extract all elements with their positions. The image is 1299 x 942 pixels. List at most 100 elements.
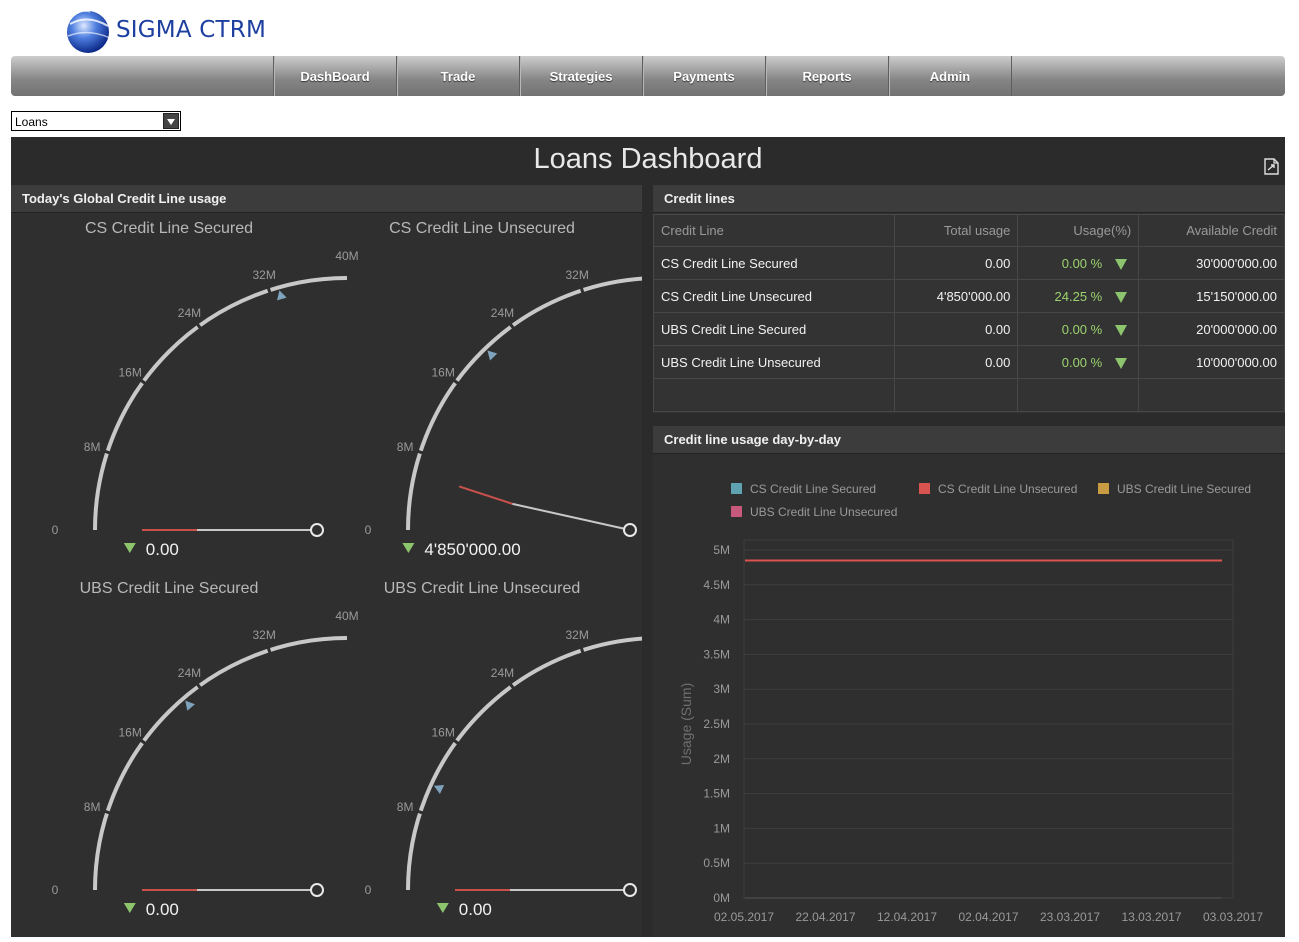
column-header[interactable]: Total usage (893, 214, 1019, 247)
gauge-scale-label: 24M (178, 306, 201, 320)
trend-down-icon (123, 903, 136, 913)
gauge-arc (93, 276, 348, 531)
column-header[interactable]: Usage(%) (1017, 214, 1140, 247)
gauge-title: CS Credit Line Unsecured (389, 220, 575, 237)
gauge-tick (104, 809, 111, 815)
logo-text: SIGMA CTRM (116, 17, 267, 43)
nav-strategies[interactable]: Strategies (520, 56, 643, 96)
dashboard-selector[interactable]: Loans (11, 111, 181, 131)
gauge-scale-label: 32M (253, 628, 276, 642)
gauge-needle-red (458, 485, 513, 505)
nav-payments[interactable]: Payments (643, 56, 766, 96)
gauge: UBS Credit Line Unsecured08M16M24M32M40M… (365, 580, 642, 919)
table-row[interactable]: UBS Credit Line Unsecured 0.00 0.00 % 10… (653, 345, 1285, 379)
gauge-marker (433, 784, 445, 795)
trend-down-icon (1115, 324, 1128, 336)
trend-down-icon (436, 903, 449, 913)
y-tick-label: 2M (713, 752, 730, 766)
legend-label: UBS Credit Line Unsecured (750, 505, 897, 519)
gauge-scale-label: 8M (397, 800, 414, 814)
gauge-scale-label: 16M (119, 725, 142, 739)
export-icon[interactable] (1264, 158, 1280, 175)
usage-percent-cell: 24.25 % (1017, 279, 1140, 313)
gauge-value: 4'850'000.00 (424, 540, 520, 559)
gauge: CS Credit Line Unsecured08M16M24M32M40M4… (365, 220, 642, 559)
total-usage: 0.00 (893, 312, 1019, 346)
legend-item: UBS Credit Line Secured (1098, 482, 1251, 496)
column-header[interactable]: Credit Line (653, 214, 895, 247)
y-tick-label: 1.5M (703, 787, 730, 801)
nav-admin[interactable]: Admin (889, 56, 1012, 96)
gauge-tick (104, 449, 111, 455)
gauge-tick (266, 647, 272, 654)
gauge-tick (579, 647, 585, 654)
table-row-empty (653, 378, 1285, 412)
logo: SIGMA CTRM (62, 6, 266, 54)
credit-lines-panel: Credit lines Credit Line Total usage Usa… (653, 185, 1285, 413)
trend-down-icon (1115, 357, 1128, 369)
gauge-tick (417, 449, 424, 455)
gauge-scale-label: 32M (566, 268, 589, 282)
globe-logo-icon (67, 10, 111, 53)
y-tick-label: 4M (713, 613, 730, 627)
available-credit: 30'000'000.00 (1138, 246, 1285, 280)
x-tick-label: 12.04.2017 (877, 910, 937, 924)
trend-down-icon (402, 543, 415, 553)
gauge-tick (579, 287, 585, 294)
usage-line-chart: CS Credit Line Secured CS Credit Line Uns… (678, 482, 1263, 924)
gauge-scale-label: 0 (52, 523, 59, 537)
page-title: Loans Dashboard (533, 143, 763, 175)
total-usage: 4'850'000.00 (893, 279, 1019, 313)
credit-line-name: UBS Credit Line Unsecured (653, 345, 895, 379)
gauge-tick (417, 809, 424, 815)
table-row[interactable]: CS Credit Line Unsecured 4'850'000.00 24… (653, 279, 1285, 313)
credit-line-name: UBS Credit Line Secured (653, 312, 895, 346)
y-tick-label: 5M (713, 543, 730, 557)
available-credit: 15'150'000.00 (1138, 279, 1285, 313)
gauge-scale-label: 32M (253, 268, 276, 282)
legend-label: CS Credit Line Unsecured (938, 482, 1077, 496)
x-tick-label: 13.03.2017 (1121, 910, 1181, 924)
table-row[interactable]: UBS Credit Line Secured 0.00 0.00 % 20'0… (653, 312, 1285, 346)
global-credit-usage-panel: Today's Global Credit Line usage CS Cred… (11, 185, 642, 937)
gauge-title: UBS Credit Line Secured (80, 580, 259, 597)
gauge-arc (406, 636, 642, 891)
gauge-scale-label: 8M (84, 800, 101, 814)
gauges-grid: CS Credit Line Secured 0 8M 16M 24M 32M 40M 0.0… (52, 220, 642, 919)
panel-title: Credit lines (653, 185, 1285, 213)
gauge-hub (623, 883, 637, 897)
gauge-scale-label: 24M (178, 666, 201, 680)
gauge-hub (310, 883, 324, 897)
gauge-hub (623, 523, 637, 537)
nav-trade[interactable]: Trade (397, 56, 520, 96)
usage-percent-cell: 0.00 % (1017, 246, 1140, 280)
panel-title: Today's Global Credit Line usage (11, 185, 642, 213)
gauge-marker (277, 290, 287, 301)
gauge-hub (310, 523, 324, 537)
gauge-scale-label: 32M (566, 628, 589, 642)
chevron-down-icon[interactable] (163, 113, 179, 129)
nav-dashboard[interactable]: DashBoard (274, 56, 397, 96)
x-tick-label: 03.03.2017 (1203, 910, 1263, 924)
legend-item: CS Credit Line Secured (731, 482, 876, 496)
empty-cell (893, 378, 1019, 412)
nav-reports[interactable]: Reports (766, 56, 889, 96)
legend-swatch (731, 483, 742, 494)
credit-line-name: CS Credit Line Unsecured (653, 279, 895, 313)
y-tick-label: 4.5M (703, 578, 730, 592)
table-row[interactable]: CS Credit Line Secured 0.00 0.00 % 30'00… (653, 246, 1285, 280)
loans-dashboard: Loans Dashboard Today's Global Credit Li… (11, 137, 1285, 937)
column-header[interactable]: Available Credit (1138, 214, 1285, 247)
y-axis-label: Usage (Sum) (678, 683, 694, 765)
gauge-scale-label: 40M (335, 249, 358, 263)
legend-item: UBS Credit Line Unsecured (731, 505, 897, 519)
gauge-marker (185, 700, 195, 711)
credit-line-name: CS Credit Line Secured (653, 246, 895, 280)
trend-down-icon (1115, 258, 1128, 270)
usage-percent-cell: 0.00 % (1017, 345, 1140, 379)
usage-percent: 24.25 % (1054, 288, 1103, 304)
gauge-tick (266, 287, 272, 294)
gauge: UBS Credit Line Secured 0 8M 16M 24M 32M 40M 0.… (52, 580, 359, 919)
usage-percent: 0.00 % (1061, 255, 1103, 271)
x-tick-label: 23.03.2017 (1040, 910, 1100, 924)
